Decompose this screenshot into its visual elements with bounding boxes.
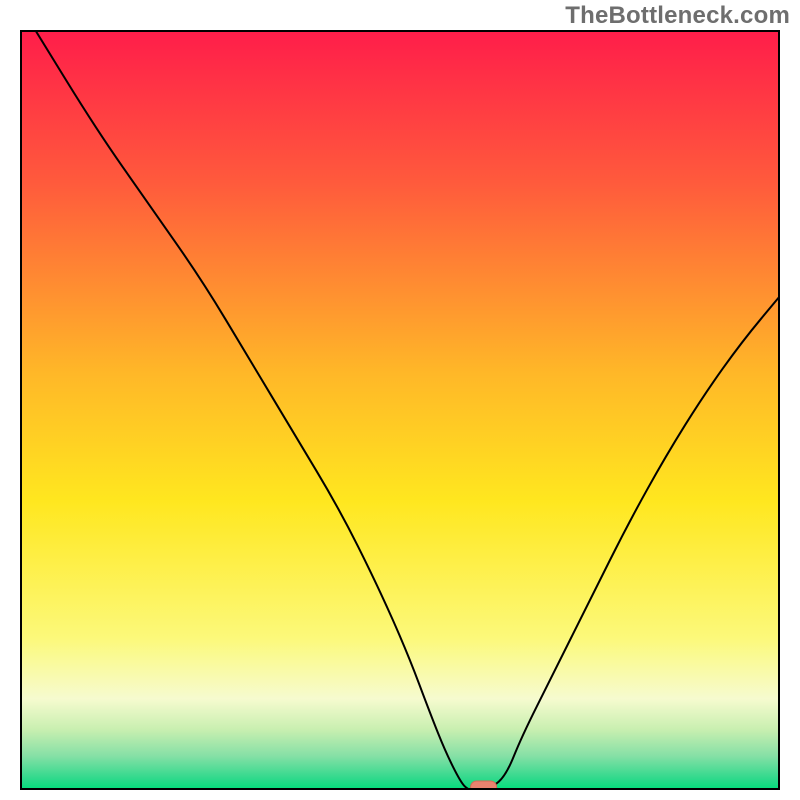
- watermark-text: TheBottleneck.com: [565, 2, 790, 30]
- plot-frame: [20, 30, 780, 790]
- chart-svg: [20, 30, 780, 790]
- gradient-background: [20, 30, 780, 790]
- chart-container: TheBottleneck.com: [0, 0, 800, 800]
